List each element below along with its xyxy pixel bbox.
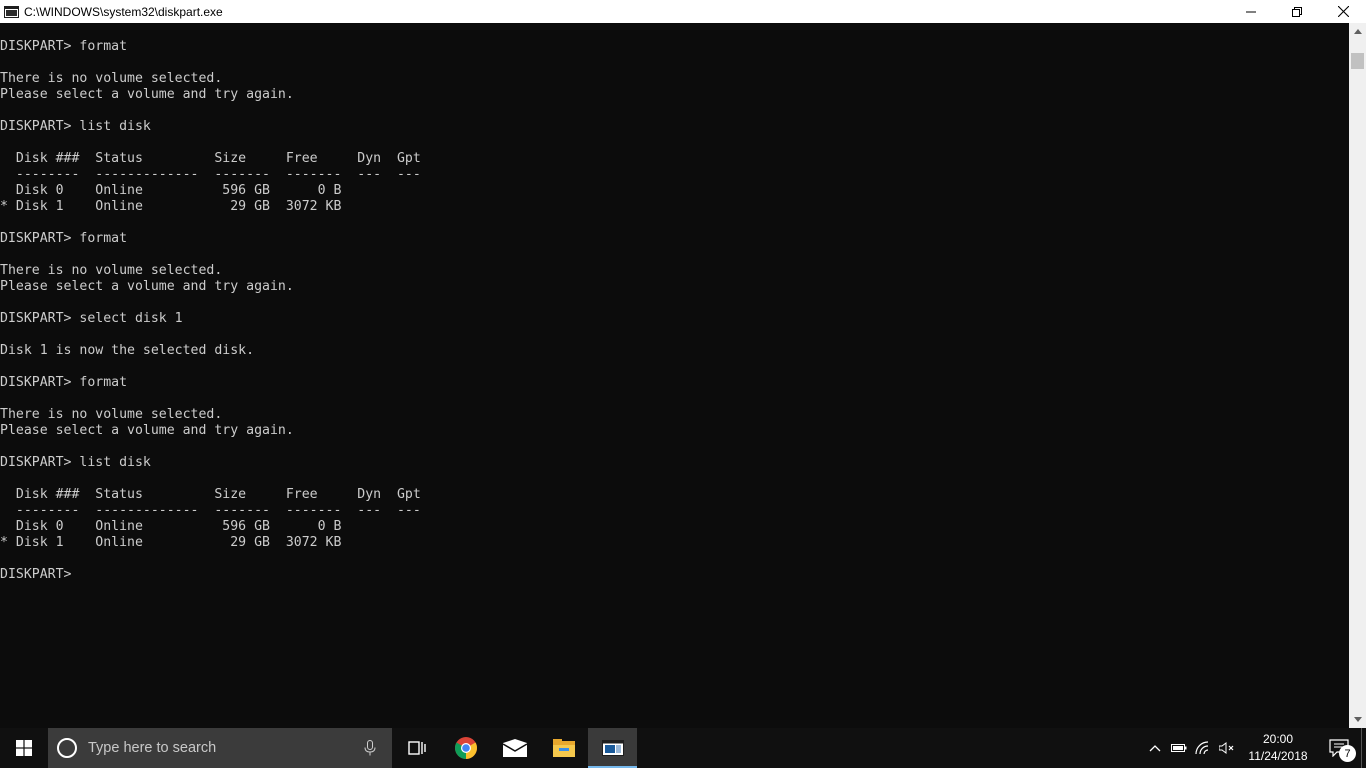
console-output[interactable]: DISKPART> format There is no volume selec…: [0, 23, 1349, 728]
window-title: C:\WINDOWS\system32\diskpart.exe: [24, 4, 223, 19]
console-line: -------- ------------- ------- ------- -…: [0, 167, 421, 182]
task-view-button[interactable]: [392, 728, 441, 768]
microphone-icon[interactable]: [364, 740, 376, 756]
wifi-icon: [1195, 741, 1209, 755]
show-desktop-button[interactable]: [1361, 728, 1366, 768]
console-line: DISKPART> list disk: [0, 119, 151, 134]
console-line: Disk ### Status Size Free Dyn Gpt: [0, 151, 421, 166]
arrow-down-icon: [1353, 717, 1362, 722]
close-icon: [1337, 6, 1349, 17]
scroll-up-button[interactable]: [1349, 23, 1366, 40]
restore-button[interactable]: [1274, 0, 1320, 23]
taskbar-search-box[interactable]: Type here to search: [48, 728, 392, 768]
mail-icon: [502, 739, 527, 757]
console-line: There is no volume selected.: [0, 263, 223, 278]
battery-icon: [1171, 744, 1187, 752]
wifi-button[interactable]: [1191, 728, 1215, 768]
console-line: DISKPART> format: [0, 231, 128, 246]
scroll-thumb[interactable]: [1351, 53, 1364, 69]
console-line: Please select a volume and try again.: [0, 87, 294, 102]
taskbar: Type here to search 20:00 11/24/2018 7: [0, 728, 1366, 768]
console-line: DISKPART> format: [0, 39, 128, 54]
close-button[interactable]: [1320, 0, 1366, 23]
start-button[interactable]: [0, 728, 48, 768]
console-line: DISKPART>: [0, 567, 80, 582]
volume-button[interactable]: [1215, 728, 1239, 768]
volume-muted-icon: [1219, 742, 1234, 754]
console-line: Disk 0 Online 596 GB 0 B: [0, 519, 342, 534]
console-line: There is no volume selected.: [0, 407, 223, 422]
notification-count-badge: 7: [1339, 745, 1356, 762]
taskbar-clock[interactable]: 20:00 11/24/2018: [1239, 728, 1317, 768]
console-line: DISKPART> format: [0, 375, 128, 390]
console-line: -------- ------------- ------- ------- -…: [0, 503, 421, 518]
diskpart-console-icon: [601, 740, 624, 756]
scroll-down-button[interactable]: [1349, 711, 1366, 728]
task-view-icon: [407, 741, 426, 755]
console-line: Please select a volume and try again.: [0, 423, 294, 438]
console-line: Please select a volume and try again.: [0, 279, 294, 294]
minimize-icon: [1246, 11, 1256, 12]
action-center-button[interactable]: 7: [1317, 728, 1361, 768]
console-line: Disk ### Status Size Free Dyn Gpt: [0, 487, 421, 502]
search-placeholder: Type here to search: [88, 740, 217, 756]
clock-date: 11/24/2018: [1248, 749, 1308, 763]
console-line: * Disk 1 Online 29 GB 3072 KB: [0, 535, 342, 550]
chevron-up-icon: [1149, 745, 1161, 752]
console-line: DISKPART> select disk 1: [0, 311, 183, 326]
file-explorer-icon: [552, 739, 575, 757]
restore-icon: [1292, 6, 1302, 17]
arrow-up-icon: [1353, 29, 1362, 34]
console-icon: [4, 4, 20, 20]
console-line: There is no volume selected.: [0, 71, 223, 86]
show-hidden-icons-button[interactable]: [1143, 728, 1167, 768]
mail-taskbar-button[interactable]: [490, 728, 539, 768]
console-lines: DISKPART> format There is no volume selec…: [0, 23, 1349, 583]
minimize-button[interactable]: [1228, 0, 1274, 23]
console-line: Disk 1 is now the selected disk.: [0, 343, 255, 358]
console-line: * Disk 1 Online 29 GB 3072 KB: [0, 199, 342, 214]
cortana-icon: [57, 738, 77, 758]
system-tray: 20:00 11/24/2018 7: [1143, 728, 1366, 768]
chrome-taskbar-button[interactable]: [441, 728, 490, 768]
diskpart-taskbar-button[interactable]: [588, 728, 637, 768]
console-line: DISKPART> list disk: [0, 455, 151, 470]
file-explorer-taskbar-button[interactable]: [539, 728, 588, 768]
vertical-scrollbar[interactable]: [1349, 23, 1366, 728]
console-line: Disk 0 Online 596 GB 0 B: [0, 183, 342, 198]
chrome-icon: [454, 737, 477, 759]
clock-time: 20:00: [1262, 732, 1294, 746]
windows-logo-icon: [16, 740, 32, 756]
battery-button[interactable]: [1167, 728, 1191, 768]
title-bar[interactable]: C:\WINDOWS\system32\diskpart.exe: [0, 0, 1366, 23]
